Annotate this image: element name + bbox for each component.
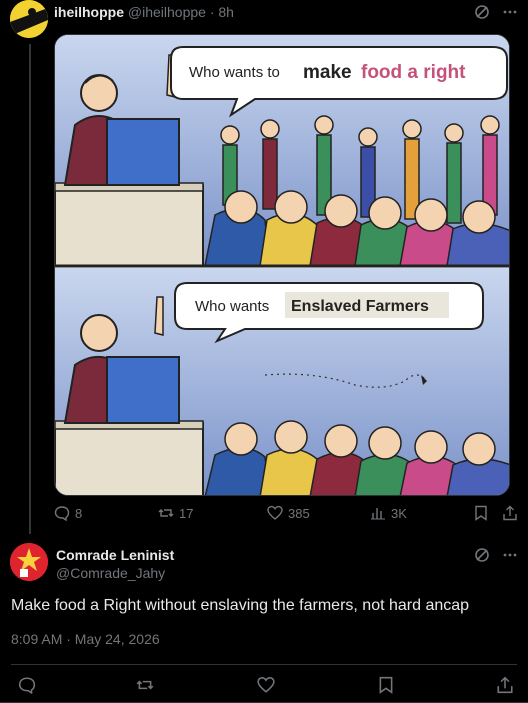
bookmark-icon[interactable]: [378, 676, 394, 694]
views-icon: [370, 505, 386, 521]
repost-button[interactable]: 17: [158, 505, 193, 521]
share-icon[interactable]: [496, 676, 514, 694]
reply-action-bar: [0, 673, 528, 699]
reply-text: Make food a Right without enslaving the …: [11, 597, 470, 614]
like-button[interactable]: 385: [267, 505, 310, 521]
reply-icon[interactable]: [18, 676, 36, 694]
grok-icon[interactable]: [474, 4, 490, 20]
repost-icon[interactable]: [136, 676, 154, 694]
post-time[interactable]: 8h: [218, 4, 234, 20]
heart-icon: [267, 505, 283, 521]
reply-icon: [54, 505, 70, 521]
heart-icon[interactable]: [257, 676, 275, 694]
repost-icon: [158, 505, 174, 521]
more-dots-icon[interactable]: [502, 547, 518, 563]
views-button[interactable]: 3K: [370, 505, 407, 521]
views-count: 3K: [391, 505, 407, 521]
display-name[interactable]: Comrade Leninist: [56, 547, 174, 563]
thread-line: [29, 44, 31, 534]
avatar[interactable]: [10, 543, 48, 581]
repost-count: 17: [179, 505, 194, 521]
handle[interactable]: @Comrade_Jahy: [56, 565, 165, 581]
separator: ·: [209, 4, 215, 20]
reply-header-icons: [474, 547, 518, 563]
post-header-icons: [474, 4, 518, 20]
post[interactable]: iheilhoppe @iheilhoppe · 8h Who wants to…: [0, 0, 528, 534]
display-name[interactable]: iheilhoppe: [54, 4, 124, 20]
cartoon-illustration: Who wants to make food a right Who wants…: [55, 35, 509, 495]
bubble1-prefix: Who wants to: [189, 64, 280, 81]
bookmark-icon: [474, 505, 488, 521]
more-dots-icon[interactable]: [502, 4, 518, 20]
bubble1-emph2: food a right: [361, 62, 466, 83]
bookmark-button[interactable]: [474, 505, 488, 521]
divider: [11, 664, 517, 665]
avatar[interactable]: [10, 0, 48, 38]
reply-timestamp[interactable]: 8:09 AM · May 24, 2026: [11, 631, 160, 647]
grok-icon[interactable]: [474, 547, 490, 563]
reply-button[interactable]: 8: [54, 505, 82, 521]
reply-count: 8: [75, 505, 83, 521]
share-button[interactable]: [502, 505, 518, 521]
share-icon: [502, 505, 518, 521]
like-count: 385: [288, 505, 310, 521]
bubble2-box: Enslaved Farmers: [291, 298, 429, 315]
bubble1-emph1: make: [303, 62, 352, 83]
post-action-bar: 8 17 385 3K: [54, 505, 524, 527]
reply-post[interactable]: Comrade Leninist @Comrade_Jahy Make food…: [0, 533, 528, 703]
bubble2-prefix: Who wants: [195, 298, 269, 315]
handle[interactable]: @iheilhoppe: [128, 4, 206, 20]
post-image[interactable]: Who wants to make food a right Who wants…: [54, 34, 510, 496]
post-header: iheilhoppe @iheilhoppe · 8h: [54, 4, 234, 20]
